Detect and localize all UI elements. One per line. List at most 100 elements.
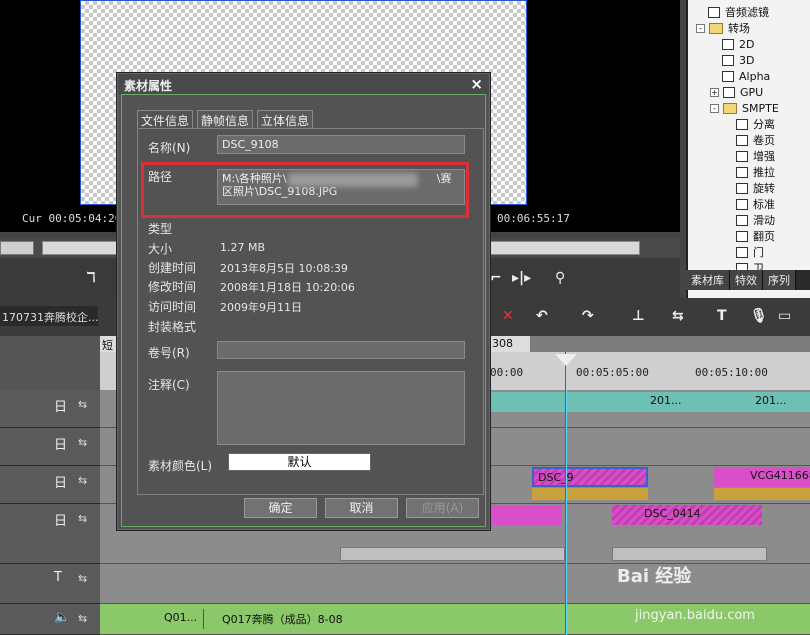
tree-item[interactable]: 翻页 <box>736 228 775 244</box>
box-icon <box>736 214 748 226</box>
track-sync-icon[interactable]: ⇆ <box>78 612 87 625</box>
track-icon: 日 <box>54 476 68 491</box>
mark-out-icon[interactable]: ⌐ <box>490 270 502 286</box>
tree-item-label: 标准 <box>753 198 775 211</box>
sequence-tab-right[interactable]: 308 <box>490 336 530 352</box>
timecode-value: 00:05:04:20 <box>48 212 122 225</box>
box-icon <box>722 54 734 66</box>
tab-sequence[interactable]: 序列 <box>763 270 796 290</box>
undo-icon[interactable]: ↶ <box>536 308 548 324</box>
track-sync-icon[interactable]: ⇆ <box>78 436 87 449</box>
split-icon[interactable]: ⊥ <box>632 308 645 324</box>
box-icon <box>722 70 734 82</box>
export-icon[interactable]: ▭ <box>778 308 791 324</box>
mark-in-icon[interactable]: ℸ <box>86 270 96 286</box>
tab-file-info[interactable]: 文件信息 <box>137 110 194 128</box>
size-value: 1.27 MB <box>220 241 266 254</box>
tree-item[interactable]: 2D <box>722 36 754 52</box>
app-window: Cur 00:05:04:20 00:06:55:17 ℸ ⌐ ▸|▸ ⚲ 音频… <box>0 0 810 635</box>
tree-item-label: SMPTE <box>742 101 779 115</box>
box-icon <box>736 198 748 210</box>
file-info-panel: 名称(N) DSC_9108 路径 M:\各种照片\ \赛 区照片\DSC_910… <box>137 128 484 495</box>
audio-clip[interactable]: Q017奔腾（成品）8-08 <box>218 609 518 629</box>
path-label: 路径 <box>148 170 173 184</box>
name-field[interactable]: DSC_9108 <box>217 135 465 154</box>
dialog-title: 素材属性 × <box>118 74 489 94</box>
close-icon[interactable]: × <box>470 75 483 93</box>
link-icon[interactable]: ⇆ <box>672 308 684 324</box>
ruler-label: 00:00 <box>490 366 524 379</box>
box-icon <box>708 6 720 18</box>
title-icon[interactable]: T <box>717 308 727 324</box>
collapse-icon[interactable]: - <box>696 23 705 33</box>
tree-item[interactable]: 滑动 <box>736 212 775 228</box>
type-label: 类型 <box>148 222 173 236</box>
track-icon: 日 <box>54 438 68 453</box>
tree-item[interactable]: Alpha <box>722 68 770 84</box>
video-clip[interactable]: 201... 201... <box>490 392 810 412</box>
track-icon: T <box>54 570 62 585</box>
tree-item[interactable]: 卷页 <box>736 132 775 148</box>
overwrite-icon[interactable]: ⚲ <box>555 270 565 286</box>
apply-button[interactable]: 应用(A) <box>406 498 479 518</box>
mic-icon[interactable]: 🎙 <box>750 308 768 324</box>
tree-item-label: 旋转 <box>753 182 775 195</box>
tree-item[interactable]: 门 <box>736 244 764 260</box>
video-clip[interactable] <box>490 505 562 525</box>
redo-icon[interactable]: ↷ <box>582 308 594 324</box>
tree-item[interactable]: 分离 <box>736 116 775 132</box>
track-sync-icon[interactable]: ⇆ <box>78 572 87 585</box>
comment-field[interactable] <box>217 371 465 445</box>
dsc9-clip[interactable]: DSC_9 <box>532 467 648 487</box>
insert-icon[interactable]: ▸|▸ <box>512 270 531 286</box>
created-value: 2013年8月5日 10:08:39 <box>220 262 348 275</box>
delete-icon[interactable]: ✕ <box>502 308 514 324</box>
size-label: 大小 <box>148 242 173 256</box>
clip-bar[interactable] <box>612 547 767 561</box>
tree-item[interactable]: 旋转 <box>736 180 775 196</box>
expand-icon[interactable]: + <box>710 87 719 97</box>
playhead[interactable] <box>565 352 566 635</box>
track-sync-icon[interactable]: ⇆ <box>78 398 87 411</box>
tree-item-label: 音频滤镜 <box>725 6 769 19</box>
tab-effects[interactable]: 特效 <box>730 270 763 290</box>
track-sync-icon[interactable]: ⇆ <box>78 512 87 525</box>
tree-item-label: 2D <box>739 37 755 51</box>
track-sync-icon[interactable]: ⇆ <box>78 474 87 487</box>
playhead-handle[interactable] <box>555 354 577 366</box>
tree-item[interactable]: 增强 <box>736 148 775 164</box>
vcg-clip[interactable]: VCG411668 <box>714 467 810 487</box>
track-headers: 日 ⇆ 日 ⇆ 日 ⇆ 日 ⇆ T ⇆ 🔈 ⇆ <box>0 336 100 635</box>
tree-item[interactable]: 音频滤镜 <box>708 4 769 20</box>
tree-item-label: 翻页 <box>753 230 775 243</box>
clip-bar[interactable] <box>340 547 565 561</box>
collapse-icon[interactable]: - <box>710 103 719 113</box>
default-color-button[interactable]: 默认 <box>228 453 371 471</box>
cancel-button[interactable]: 取消 <box>325 498 398 518</box>
tree-item[interactable]: - 转场 <box>696 20 750 36</box>
material-properties-dialog: 素材属性 × 文件信息 静帧信息 立体信息 名称(N) DSC_9108 路径 … <box>117 73 490 530</box>
track-header: 日 ⇆ <box>0 390 100 428</box>
cursor-line <box>566 390 567 635</box>
track-lane <box>100 564 810 604</box>
tab-library[interactable]: 素材库 <box>686 270 730 290</box>
tree-item-label: 推拉 <box>753 166 775 179</box>
transition-marker[interactable] <box>714 488 810 500</box>
tree-item[interactable]: 推拉 <box>736 164 775 180</box>
scrub-handle-left[interactable] <box>0 241 34 255</box>
tree-item[interactable]: + GPU <box>710 84 763 100</box>
audio-clip[interactable]: Q01... <box>160 609 204 629</box>
tree-item[interactable]: - SMPTE <box>710 100 779 116</box>
track-header: 日 ⇆ <box>0 466 100 504</box>
tab-stereo-info[interactable]: 立体信息 <box>257 110 314 128</box>
tab-still-info[interactable]: 静帧信息 <box>197 110 254 128</box>
tree-item[interactable]: 3D <box>722 52 754 68</box>
tree-item[interactable]: 标准 <box>736 196 775 212</box>
folder-icon <box>709 22 723 34</box>
tree-item-label: 门 <box>753 246 764 259</box>
transition-marker[interactable] <box>532 488 648 500</box>
box-icon <box>736 246 748 258</box>
dsc0414-clip[interactable]: DSC_0414 <box>612 505 762 525</box>
ok-button[interactable]: 确定 <box>244 498 317 518</box>
volume-field[interactable] <box>217 341 465 359</box>
